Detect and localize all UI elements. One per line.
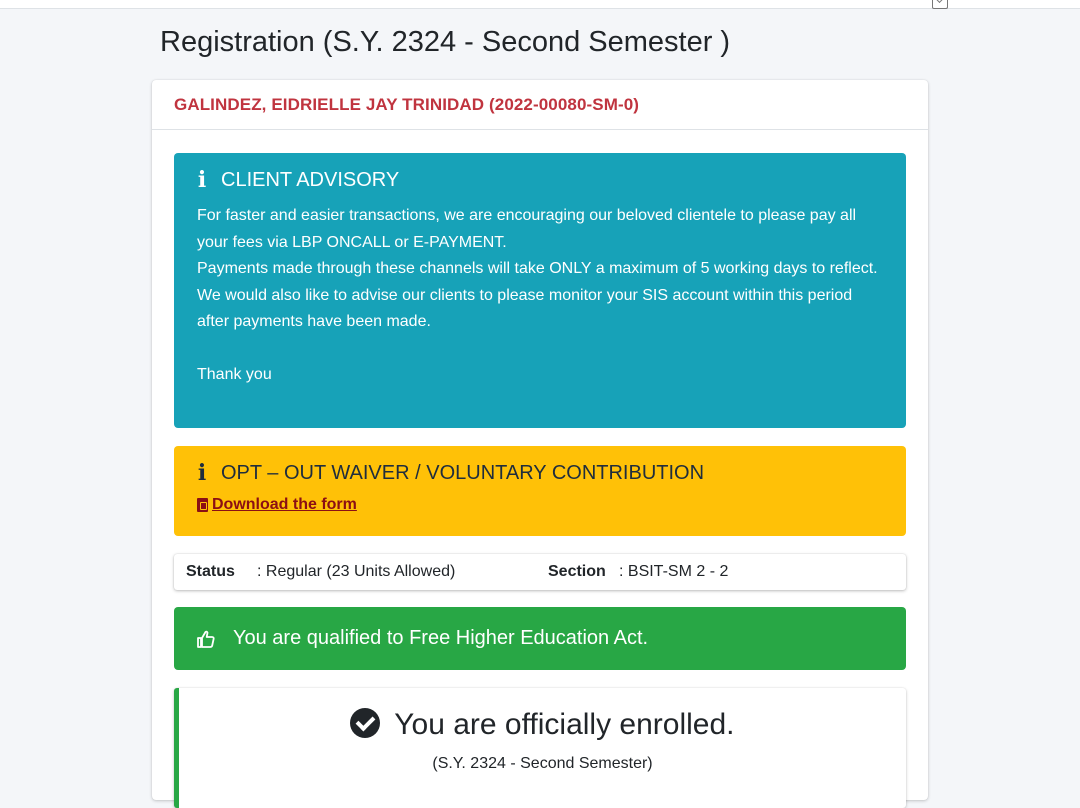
client-advisory-alert: i CLIENT ADVISORY For faster and easier … [174,153,906,428]
enrollment-message: You are officially enrolled. [394,708,735,741]
download-form-link[interactable]: Download the form [197,496,357,514]
advisory-thanks: Thank you [197,366,272,383]
fhe-qualification-alert: You are qualified to Free Higher Educati… [174,607,906,670]
dropdown-toggle-icon[interactable] [932,0,948,9]
check-circle-icon [350,708,381,738]
top-navbar [0,0,1080,9]
waiver-heading-text: OPT – OUT WAIVER / VOLUNTARY CONTRIBUTIO… [221,461,705,484]
opt-out-waiver-alert: i OPT – OUT WAIVER / VOLUNTARY CONTRIBUT… [174,446,906,536]
status-section-bar: Status : Regular (23 Units Allowed) Sect… [174,554,906,590]
advisory-line-1: For faster and easier transactions, we a… [197,207,857,251]
thumbs-up-icon [197,630,215,648]
advisory-line-2: Payments made through these channels wil… [197,260,878,277]
qualification-message: You are qualified to Free Higher Educati… [233,627,649,649]
card-header: GALINDEZ, EIDRIELLE JAY TRINIDAD (2022-0… [152,80,928,130]
registration-card: GALINDEZ, EIDRIELLE JAY TRINIDAD (2022-0… [152,80,928,808]
advisory-line-3: We would also like to advise our clients… [197,286,853,331]
enrollment-callout: You are officially enrolled. (S.Y. 2324 … [174,688,906,808]
advisory-heading: i CLIENT ADVISORY [197,167,883,193]
info-icon: i [197,460,207,486]
file-pdf-icon [197,498,208,512]
info-icon: i [197,167,207,193]
page-title: Registration (S.Y. 2324 - Second Semeste… [160,26,731,58]
waiver-heading: i OPT – OUT WAIVER / VOLUNTARY CONTRIBUT… [197,460,883,486]
student-name: GALINDEZ, EIDRIELLE JAY TRINIDAD (2022-0… [174,95,640,114]
advisory-heading-text: CLIENT ADVISORY [221,168,400,191]
status-label: Status [186,563,235,580]
section-value: : BSIT-SM 2 - 2 [619,563,729,580]
enrollment-status: You are officially enrolled. [179,708,906,742]
section-label: Section [548,563,606,580]
enrollment-term: (S.Y. 2324 - Second Semester) [432,755,653,772]
advisory-body: For faster and easier transactions, we a… [197,203,883,389]
download-form-label: Download the form [212,496,357,513]
status-value: : Regular (23 Units Allowed) [257,563,456,580]
